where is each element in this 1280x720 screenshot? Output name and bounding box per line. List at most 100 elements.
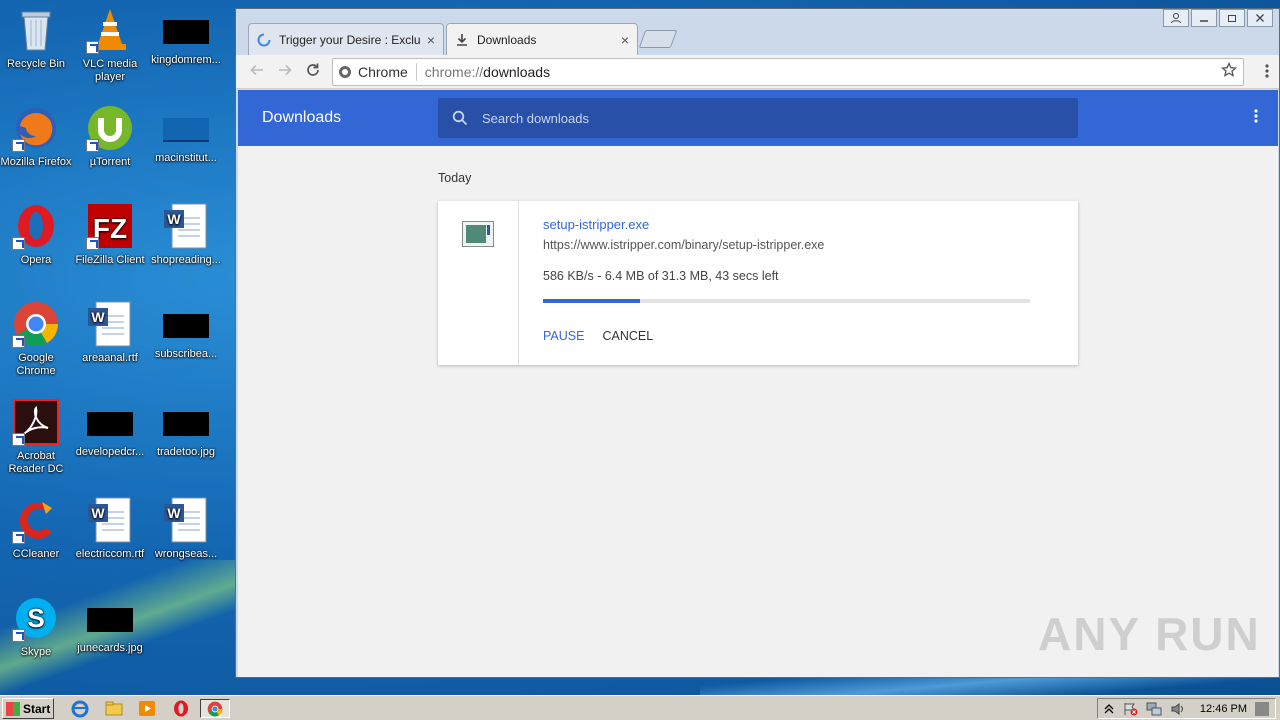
svg-text:S: S: [27, 603, 44, 633]
desktop-icon-label: wrongseas...: [154, 548, 218, 560]
forward-arrow-icon: [279, 64, 292, 76]
action-center-flag-icon[interactable]: [1122, 702, 1138, 716]
shortcut-arrow-icon: [12, 237, 25, 250]
desktop-icon-chrome[interactable]: Google Chrome: [0, 300, 74, 378]
file-thumbnail-icon: [87, 608, 133, 632]
close-tab-icon[interactable]: ×: [621, 32, 629, 48]
desktop-icon-label: Opera: [20, 254, 52, 266]
desktop-icon-recycle-bin[interactable]: Recycle Bin: [0, 6, 74, 71]
desktop-icon-subscribea[interactable]: subscribea...: [148, 300, 224, 361]
pause-button[interactable]: PAUSE: [543, 329, 584, 343]
progress-fill: [543, 299, 641, 303]
address-bar[interactable]: Chrome chrome://downloads: [332, 58, 1244, 86]
desktop-icon-kingdomrem[interactable]: kingdomrem...: [148, 6, 224, 67]
desktop-icon-label: macinstitut...: [155, 152, 217, 164]
desktop-icon-label: VLC media player: [82, 58, 138, 83]
cancel-button[interactable]: CANCEL: [602, 329, 653, 343]
firefox-icon: [12, 104, 60, 152]
taskbar: Start 12:46 PM: [0, 695, 1280, 720]
chrome-icon: [12, 300, 60, 348]
chrome-window: Trigger your Desire : Exclus × Downloads…: [235, 8, 1280, 678]
download-filename-link[interactable]: setup-istripper.exe: [543, 217, 649, 232]
desktop-icon-acrobat[interactable]: Acrobat Reader DC: [0, 398, 74, 476]
forward-button[interactable]: [274, 62, 296, 82]
site-chip[interactable]: Chrome: [333, 63, 417, 81]
ccleaner-icon: [12, 496, 60, 544]
word-document-icon: W: [162, 496, 210, 544]
desktop-icon-developedcr[interactable]: developedcr...: [72, 398, 148, 459]
download-actions: PAUSE CANCEL: [543, 329, 653, 343]
desktop-icon-label: shopreading...: [151, 254, 221, 266]
recycle-bin-icon: [12, 6, 60, 54]
browser-toolbar: Chrome chrome://downloads: [236, 55, 1279, 89]
file-thumbnail-icon: [163, 412, 209, 436]
desktop-icon-macinstitut[interactable]: macinstitut...: [148, 104, 224, 165]
desktop-icon-label: subscribea...: [154, 348, 218, 360]
desktop-icon-utorrent[interactable]: µTorrent: [72, 104, 148, 169]
tab-title: Downloads: [477, 32, 537, 47]
file-thumbnail-icon: [163, 118, 209, 142]
desktop-icon-wrongseas[interactable]: W wrongseas...: [148, 496, 224, 561]
shortcut-arrow-icon: [86, 139, 99, 152]
back-button[interactable]: [246, 62, 268, 82]
desktop-icon-firefox[interactable]: Mozilla Firefox: [0, 104, 74, 169]
show-desktop-button[interactable]: [1255, 701, 1269, 716]
opera-taskbar-icon[interactable]: [171, 699, 191, 718]
reload-button[interactable]: [302, 62, 324, 82]
search-placeholder: Search downloads: [482, 110, 589, 126]
profile-icon[interactable]: [1163, 9, 1189, 27]
url-scheme: chrome://: [424, 64, 484, 80]
desktop-icon-vlc[interactable]: VLC media player: [72, 6, 148, 84]
desktop-icon-electriccom[interactable]: W electriccom.rtf: [72, 496, 148, 561]
media-player-icon[interactable]: [137, 699, 157, 718]
tab-downloads[interactable]: Downloads ×: [446, 23, 638, 55]
desktop-icon-ccleaner[interactable]: CCleaner: [0, 496, 74, 561]
file-thumbnail-icon: [163, 314, 209, 338]
vlc-icon: [86, 6, 134, 54]
desktop-icon-label: areaanal.rtf: [82, 352, 138, 364]
desktop-icon-tradetoo[interactable]: tradetoo.jpg: [148, 398, 224, 459]
date-group-label: Today: [438, 171, 472, 185]
desktop-icon-skype[interactable]: S Skype: [0, 594, 74, 659]
close-tab-icon[interactable]: ×: [427, 32, 435, 48]
chrome-taskbar-button[interactable]: [200, 699, 230, 718]
word-document-icon: W: [86, 496, 134, 544]
shortcut-arrow-icon: [12, 629, 25, 642]
back-arrow-icon: [250, 64, 263, 76]
svg-text:W: W: [167, 211, 181, 227]
start-button[interactable]: Start: [2, 698, 54, 719]
more-options-icon[interactable]: [1254, 108, 1258, 124]
search-downloads-input[interactable]: Search downloads: [438, 98, 1078, 138]
browser-menu-icon[interactable]: [1265, 63, 1269, 84]
desktop-icon-label: CCleaner: [12, 548, 60, 560]
volume-icon[interactable]: [1170, 702, 1186, 716]
desktop-icon-opera[interactable]: Opera: [0, 202, 74, 267]
clock[interactable]: 12:46 PM: [1200, 703, 1247, 715]
new-tab-button[interactable]: [638, 30, 678, 48]
tab-trigger-your-desire[interactable]: Trigger your Desire : Exclus ×: [248, 23, 444, 55]
downloads-header: Downloads Search downloads: [238, 90, 1278, 146]
maximize-button[interactable]: [1219, 9, 1245, 27]
download-source-url[interactable]: https://www.istripper.com/binary/setup-i…: [543, 238, 824, 252]
desktop-icon-label: Skype: [20, 646, 52, 658]
shortcut-arrow-icon: [12, 139, 25, 152]
desktop-icon-shopreading[interactable]: W shopreading...: [148, 202, 224, 267]
desktop-icon-junecards[interactable]: junecards.jpg: [72, 594, 148, 655]
network-icon[interactable]: [1146, 702, 1162, 716]
downloads-page: Downloads Search downloads Today setup-i…: [238, 90, 1278, 677]
minimize-button[interactable]: [1191, 9, 1217, 27]
word-document-icon: W: [162, 202, 210, 250]
shortcut-arrow-icon: [12, 335, 25, 348]
url-path: downloads: [483, 64, 551, 80]
shortcut-arrow-icon: [86, 237, 99, 250]
url-text[interactable]: chrome://downloads: [417, 64, 550, 80]
internet-explorer-icon[interactable]: [70, 699, 90, 718]
tab-title: Trigger your Desire : Exclus: [279, 32, 421, 47]
close-window-button[interactable]: [1247, 9, 1273, 27]
desktop-icon-areaanal[interactable]: W areaanal.rtf: [72, 300, 148, 365]
file-explorer-icon[interactable]: [104, 699, 124, 718]
bookmark-star-icon[interactable]: [1220, 61, 1238, 83]
desktop-icon-filezilla[interactable]: FZ FileZilla Client: [72, 202, 148, 267]
show-hidden-icons-icon[interactable]: [1104, 703, 1114, 715]
skype-icon: S: [12, 594, 60, 642]
